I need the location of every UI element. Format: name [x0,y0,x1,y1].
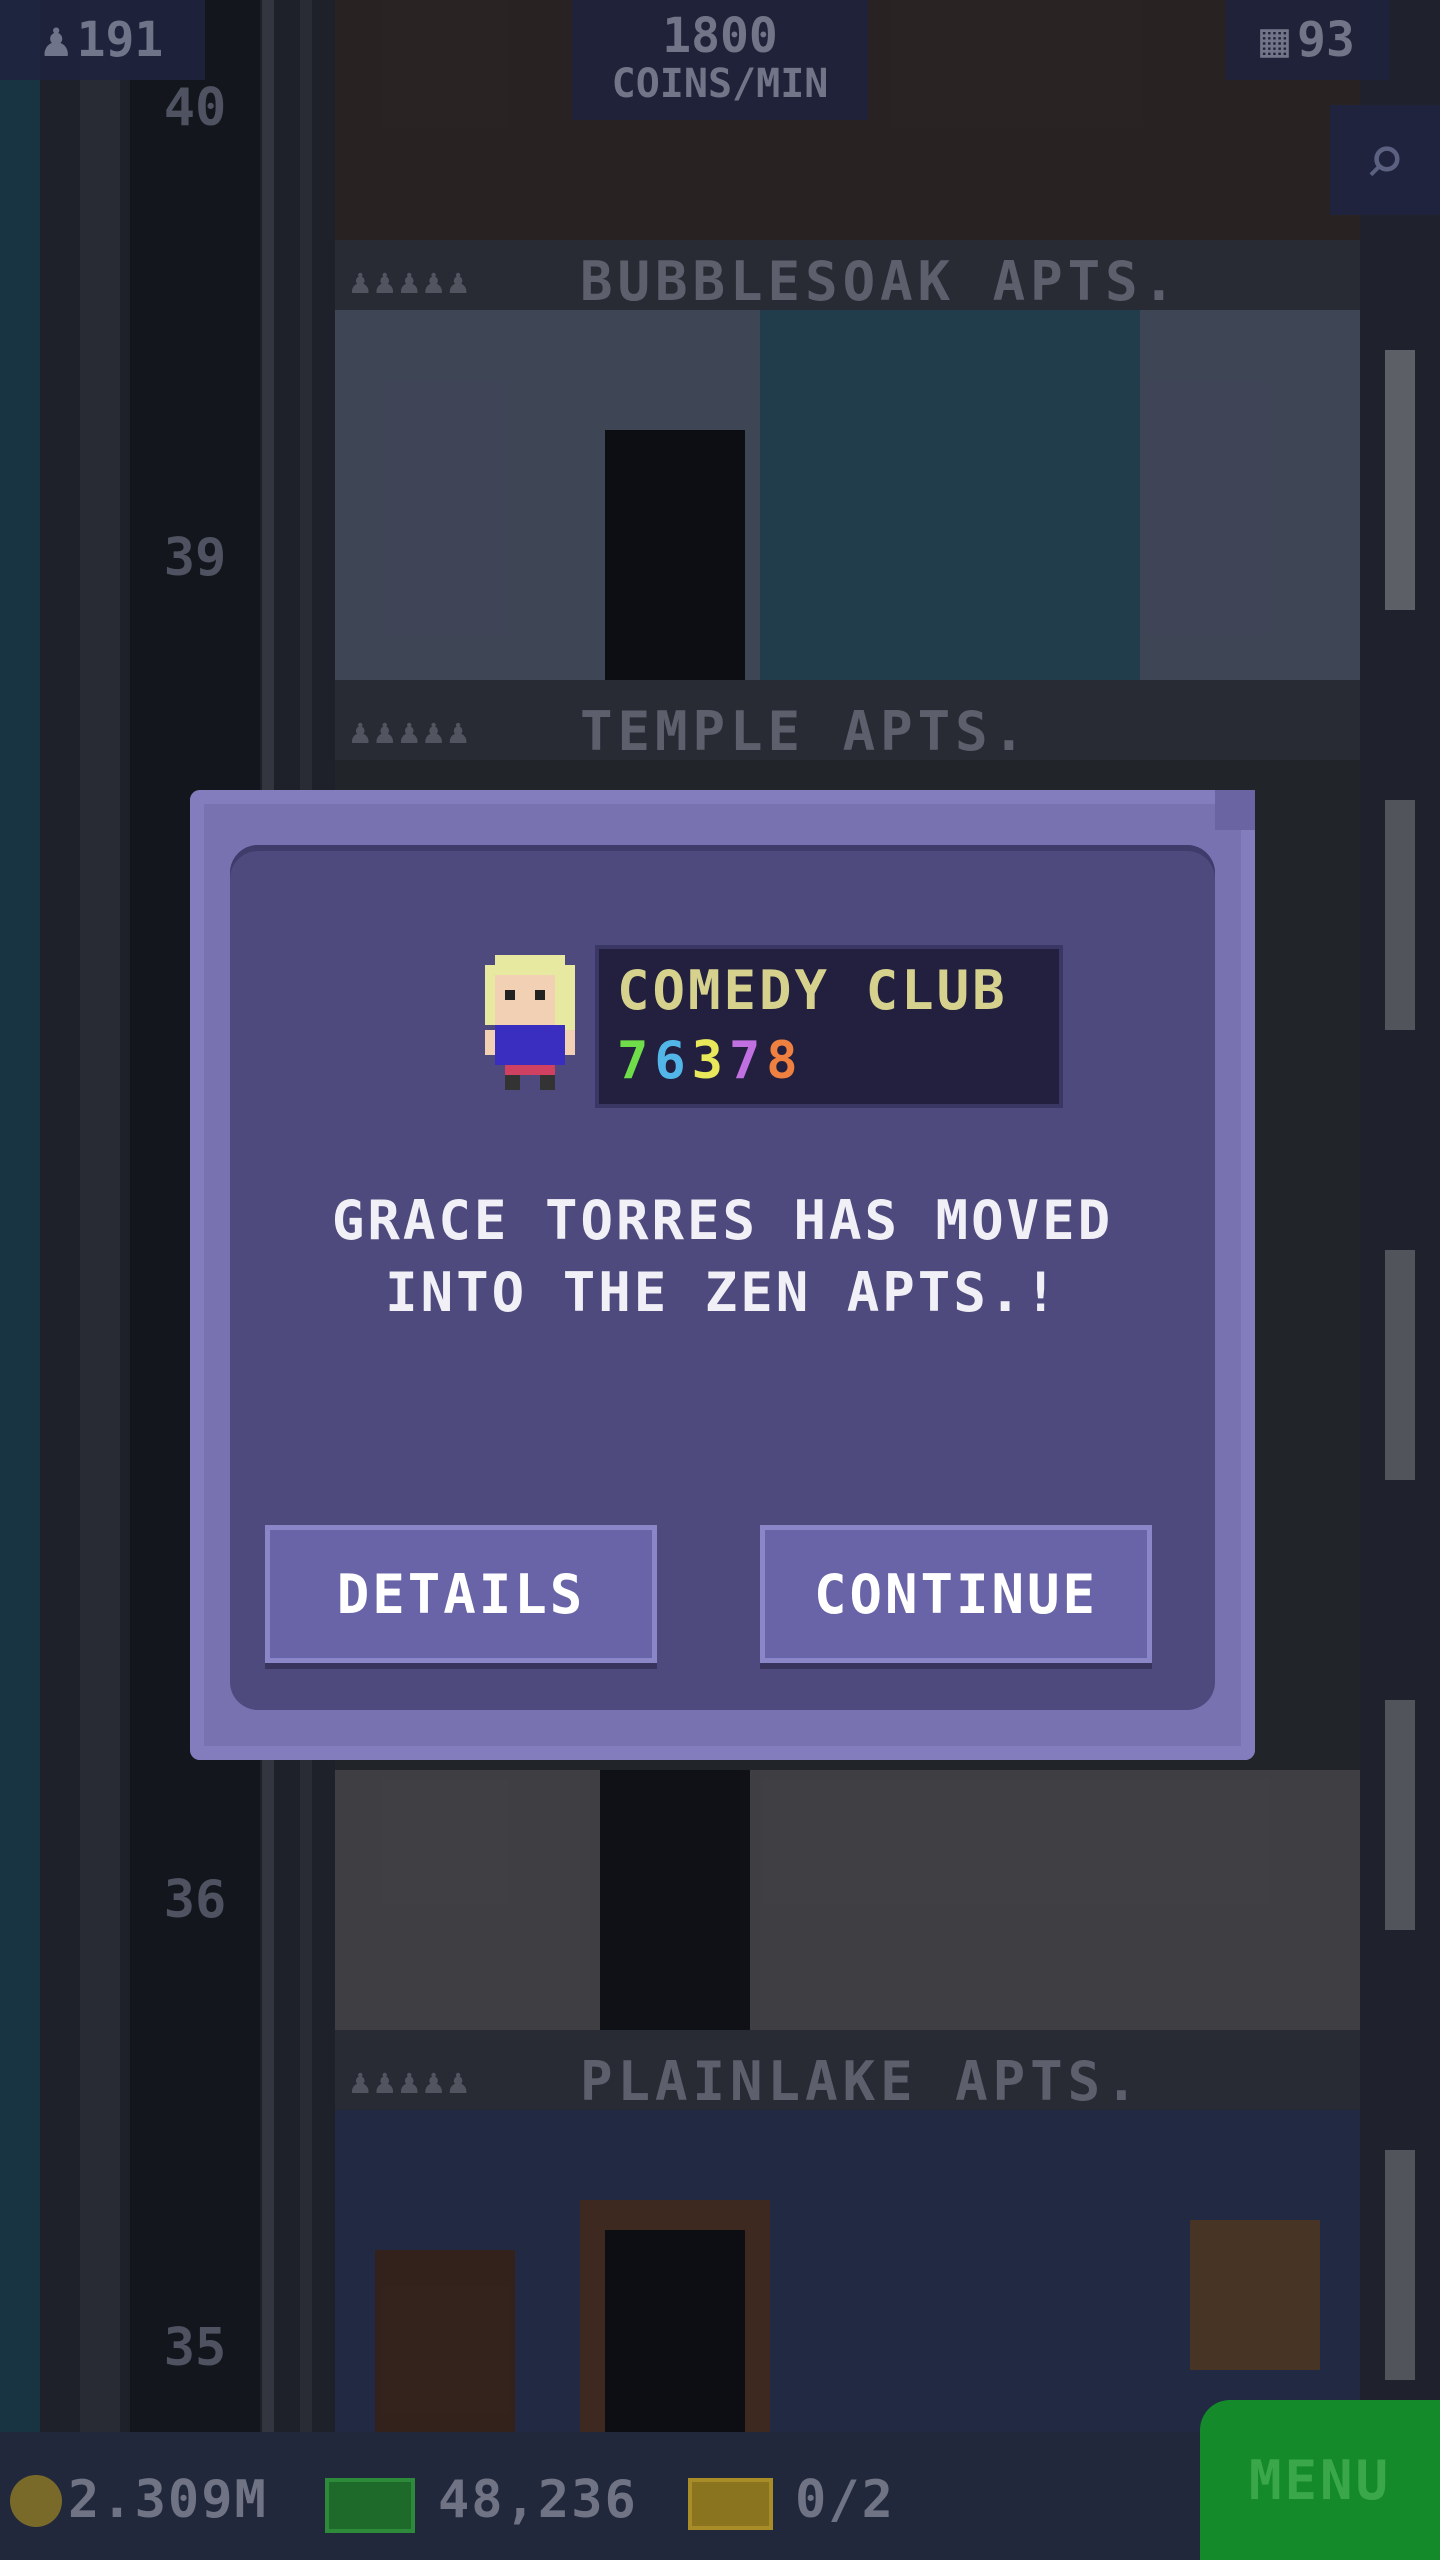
skill-digit: 8 [766,1031,804,1091]
details-label: DETAILS [336,1562,586,1626]
bux-balance: 48,236 [438,2470,638,2530]
coins-balance: 2.309M [68,2470,268,2530]
dream-job-badge: COMEDY CLUB 7 6 3 7 8 [595,945,1063,1108]
skill-digit: 7 [617,1031,655,1091]
tickets-count: 0/2 [795,2470,895,2530]
dream-job-title: COMEDY CLUB [617,959,1008,1022]
message-line: GRACE TORRES HAS MOVED [331,1189,1114,1252]
dialog-message: GRACE TORRES HAS MOVED INTO THE ZEN APTS… [270,1185,1175,1329]
dialog-corner [1215,790,1255,830]
menu-label: MENU [1248,2448,1392,2512]
vip-ticket-icon[interactable] [688,2478,773,2530]
resident-avatar [485,955,575,1090]
skill-ratings: 7 6 3 7 8 [617,1031,804,1091]
menu-button[interactable]: MENU [1200,2400,1440,2560]
tower-bux-icon[interactable] [325,2478,415,2533]
dialog-panel: COMEDY CLUB 7 6 3 7 8 GRACE TORRES HAS M… [230,845,1215,1710]
skill-digit: 3 [691,1031,729,1091]
continue-button[interactable]: CONTINUE [760,1525,1152,1663]
move-in-dialog: COMEDY CLUB 7 6 3 7 8 GRACE TORRES HAS M… [190,790,1255,1760]
coin-icon [10,2475,62,2527]
details-button[interactable]: DETAILS [265,1525,657,1663]
skill-digit: 6 [654,1031,692,1091]
skill-digit: 7 [728,1031,767,1091]
message-line: INTO THE ZEN APTS.! [385,1261,1060,1324]
continue-label: CONTINUE [813,1562,1099,1626]
